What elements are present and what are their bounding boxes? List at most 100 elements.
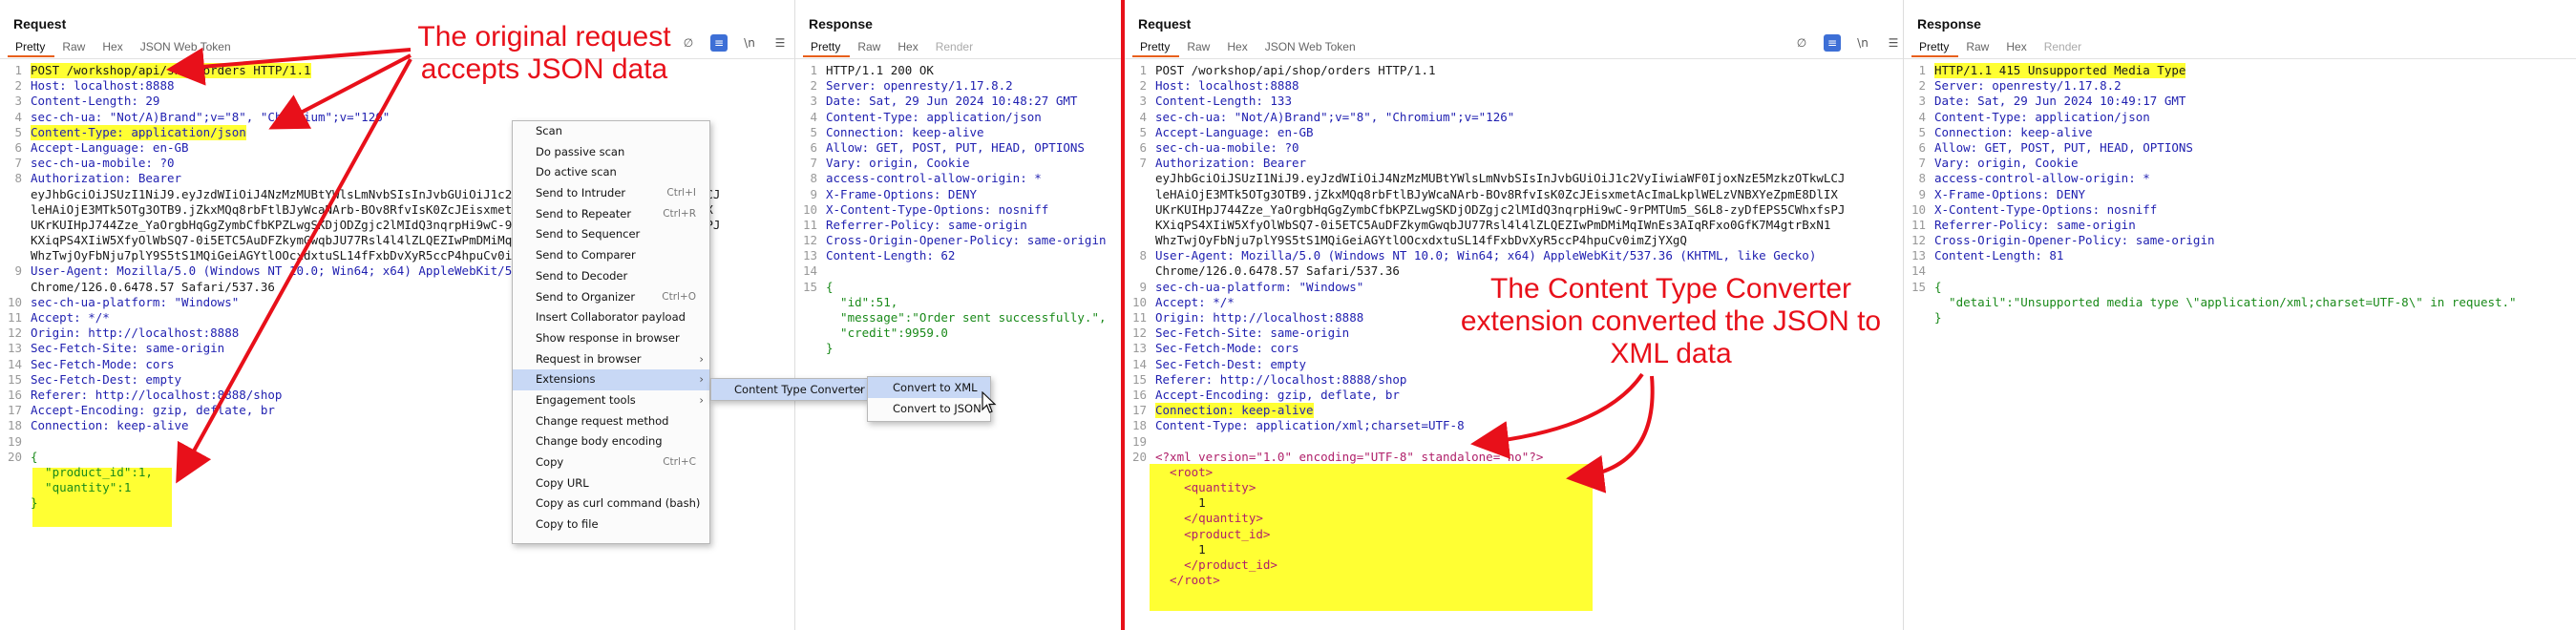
- line-text: KXiqPS4XIiW5XfyOlWbSQ7-0i5ETC5AuDFZkymGw…: [1155, 217, 1831, 232]
- line-text: WhzTwjOyFbNju7plY9S5tS1MQiGeiAGYtlOOcxdx…: [1155, 233, 1687, 248]
- tab-jwt[interactable]: JSON Web Token: [1257, 38, 1365, 57]
- menu-item-change-body-encoding[interactable]: Change body encoding: [513, 431, 709, 452]
- line-text: UKrKUIHpJ744Zze_YaOrgbHqGgZymbCfbKPZLwgS…: [1155, 201, 1846, 217]
- tab-hex[interactable]: Hex: [95, 38, 132, 57]
- menu-item-copy-to-file[interactable]: Copy to file: [513, 514, 709, 536]
- line-text: WhzTwjOyFbNju7plY9S5tS1MQiGeiAGYtlOOcxdx…: [31, 248, 562, 263]
- menu-item-change-request-method[interactable]: Change request method: [513, 411, 709, 432]
- newline-icon[interactable]: \n: [741, 34, 758, 52]
- code-line: 16 Accept-Encoding: gzip, deflate, br: [1129, 388, 1901, 403]
- tab-hex[interactable]: Hex: [1219, 38, 1256, 57]
- menu-item-send-to-repeater[interactable]: Send to Repeater Ctrl+R: [513, 204, 709, 225]
- tab-pretty[interactable]: Pretty: [1132, 38, 1180, 57]
- menu-item-send-to-decoder[interactable]: Send to Decoder: [513, 266, 709, 287]
- menu-item-do-active-scan[interactable]: Do active scan: [513, 162, 709, 183]
- tab-render[interactable]: Render: [2037, 38, 2091, 57]
- line-text: }: [31, 495, 38, 511]
- line-text: </quantity>: [1155, 511, 1263, 526]
- menu-item-label: Send to Organizer: [536, 289, 636, 304]
- line-number: [1129, 202, 1155, 218]
- menu-item-engagement-tools[interactable]: Engagement tools ›: [513, 390, 709, 411]
- code-line: eyJhbGciOiJSUzI1NiJ9.eyJzdWIiOiJ4NzMzMUB…: [1129, 171, 1901, 186]
- code-line: 10 X-Content-Type-Options: nosniff: [799, 202, 1119, 218]
- line-text: Accept-Encoding: gzip, deflate, br: [31, 403, 275, 418]
- menu-item-copy-url[interactable]: Copy URL: [513, 473, 709, 494]
- line-text: eyJhbGciOiJSUzI1NiJ9.eyJzdWIiOiJ4NzMzMUB…: [1155, 171, 1846, 186]
- line-number: 19: [1131, 433, 1147, 449]
- tab-hex[interactable]: Hex: [1998, 38, 2036, 57]
- line-text: POST /workshop/api/shop/orders HTTP/1.1: [1155, 63, 1436, 77]
- line-text: {: [31, 449, 38, 464]
- menu-item-request-in-browser[interactable]: Request in browser ›: [513, 349, 709, 370]
- menu-item-label: Send to Comparer: [536, 248, 636, 262]
- tab-pretty[interactable]: Pretty: [8, 38, 55, 57]
- line-text: Server: openresty/1.17.8.2: [1934, 78, 2122, 94]
- response-editor[interactable]: 1 HTTP/1.1 415 Unsupported Media Type 2 Ser…: [1908, 63, 2574, 326]
- menu-item-extensions[interactable]: Extensions ›: [513, 369, 709, 390]
- line-number: 8: [1918, 171, 1926, 186]
- tab-hex[interactable]: Hex: [890, 38, 927, 57]
- line-text: Host: localhost:8888: [1155, 78, 1299, 94]
- menu-item-do-passive-scan[interactable]: Do passive scan: [513, 142, 709, 163]
- code-line: 17 Connection: keep-alive: [1129, 403, 1901, 419]
- tab-raw[interactable]: Raw: [54, 38, 95, 57]
- divider: [795, 58, 1121, 59]
- code-line: 4 Content-Type: application/json: [799, 110, 1119, 125]
- menu-item-content-type-converter[interactable]: Content Type Converter ›: [711, 379, 868, 400]
- menu-icon[interactable]: ☰: [1885, 34, 1902, 52]
- code-line: 12 Cross-Origin-Opener-Policy: same-origi…: [1908, 233, 2574, 248]
- line-text: access-control-allow-origin: *: [1934, 171, 2150, 186]
- annotation-converted-xml: The Content Type Converter extension con…: [1460, 273, 1882, 369]
- menu-item-label: Scan: [536, 124, 562, 137]
- line-number: 5: [810, 124, 817, 139]
- tab-raw[interactable]: Raw: [1958, 38, 1998, 57]
- tab-jwt[interactable]: JSON Web Token: [133, 38, 241, 57]
- code-line: 4 Content-Type: application/json: [1908, 110, 2574, 125]
- tab-render[interactable]: Render: [928, 38, 982, 57]
- line-number: 1: [14, 63, 22, 77]
- menu-item-copy[interactable]: Copy Ctrl+C: [513, 452, 709, 473]
- code-line: leHAiOjE3MTk5OTg3OTB9.jZkxMQq8rbFtlBJyWc…: [1129, 187, 1901, 202]
- line-number: 4: [1139, 109, 1147, 124]
- chevron-right-icon: ›: [699, 351, 704, 366]
- newline-icon[interactable]: \n: [1854, 34, 1871, 52]
- line-number: [799, 310, 826, 326]
- editor-tabs: Pretty Raw Hex Render: [1911, 38, 2091, 57]
- line-text: Origin: http://localhost:8888: [31, 326, 240, 341]
- tab-pretty[interactable]: Pretty: [1911, 38, 1959, 57]
- line-text: Accept: */*: [31, 310, 110, 325]
- tab-raw[interactable]: Raw: [1179, 38, 1219, 57]
- menu-item-convert-to-json[interactable]: Convert to JSON: [868, 398, 990, 419]
- line-number: 4: [1918, 109, 1926, 124]
- line-number: [799, 295, 826, 310]
- response-editor[interactable]: 1 HTTP/1.1 200 OK 2 Server: openresty/1.17.…: [799, 63, 1119, 357]
- code-line: 2 Server: openresty/1.17.8.2: [1908, 78, 2574, 94]
- menu-item-convert-to-xml[interactable]: Convert to XML: [868, 377, 990, 398]
- menu-icon[interactable]: ☰: [771, 34, 789, 52]
- line-text: Referer: http://localhost:8888/shop: [1155, 371, 1407, 387]
- code-line: </root>: [1129, 573, 1901, 588]
- menu-item-insert-collaborator-payload[interactable]: Insert Collaborator payload: [513, 307, 709, 328]
- menu-item-copy-as-curl-command-bash[interactable]: Copy as curl command (bash): [513, 494, 709, 514]
- line-text: Connection: keep-alive: [1934, 124, 2093, 139]
- menu-item-scan[interactable]: Scan: [513, 121, 709, 142]
- menu-item-label: Insert Collaborator payload: [536, 310, 686, 325]
- hide-icon[interactable]: ∅: [1793, 34, 1810, 52]
- code-line: }: [799, 341, 1119, 356]
- format-icon[interactable]: ≡: [1824, 34, 1841, 52]
- format-icon[interactable]: ≡: [710, 34, 728, 52]
- line-text: Server: openresty/1.17.8.2: [826, 78, 1013, 94]
- line-number: 8: [1139, 248, 1147, 263]
- tab-raw[interactable]: Raw: [850, 38, 890, 57]
- menu-item-show-response-in-browser[interactable]: Show response in browser: [513, 328, 709, 349]
- line-number: 17: [1131, 403, 1147, 418]
- line-text: Allow: GET, POST, PUT, HEAD, OPTIONS: [826, 139, 1085, 155]
- menu-item-send-to-comparer[interactable]: Send to Comparer: [513, 245, 709, 266]
- pane-title: Request: [13, 16, 67, 32]
- editor-toolbar: ∅ ≡ \n ☰: [1793, 34, 1902, 52]
- menu-item-send-to-intruder[interactable]: Send to Intruder Ctrl+I: [513, 183, 709, 204]
- menu-item-send-to-organizer[interactable]: Send to Organizer Ctrl+O: [513, 287, 709, 308]
- line-number: 20: [1131, 449, 1147, 464]
- menu-item-send-to-sequencer[interactable]: Send to Sequencer: [513, 224, 709, 245]
- tab-pretty[interactable]: Pretty: [803, 38, 851, 57]
